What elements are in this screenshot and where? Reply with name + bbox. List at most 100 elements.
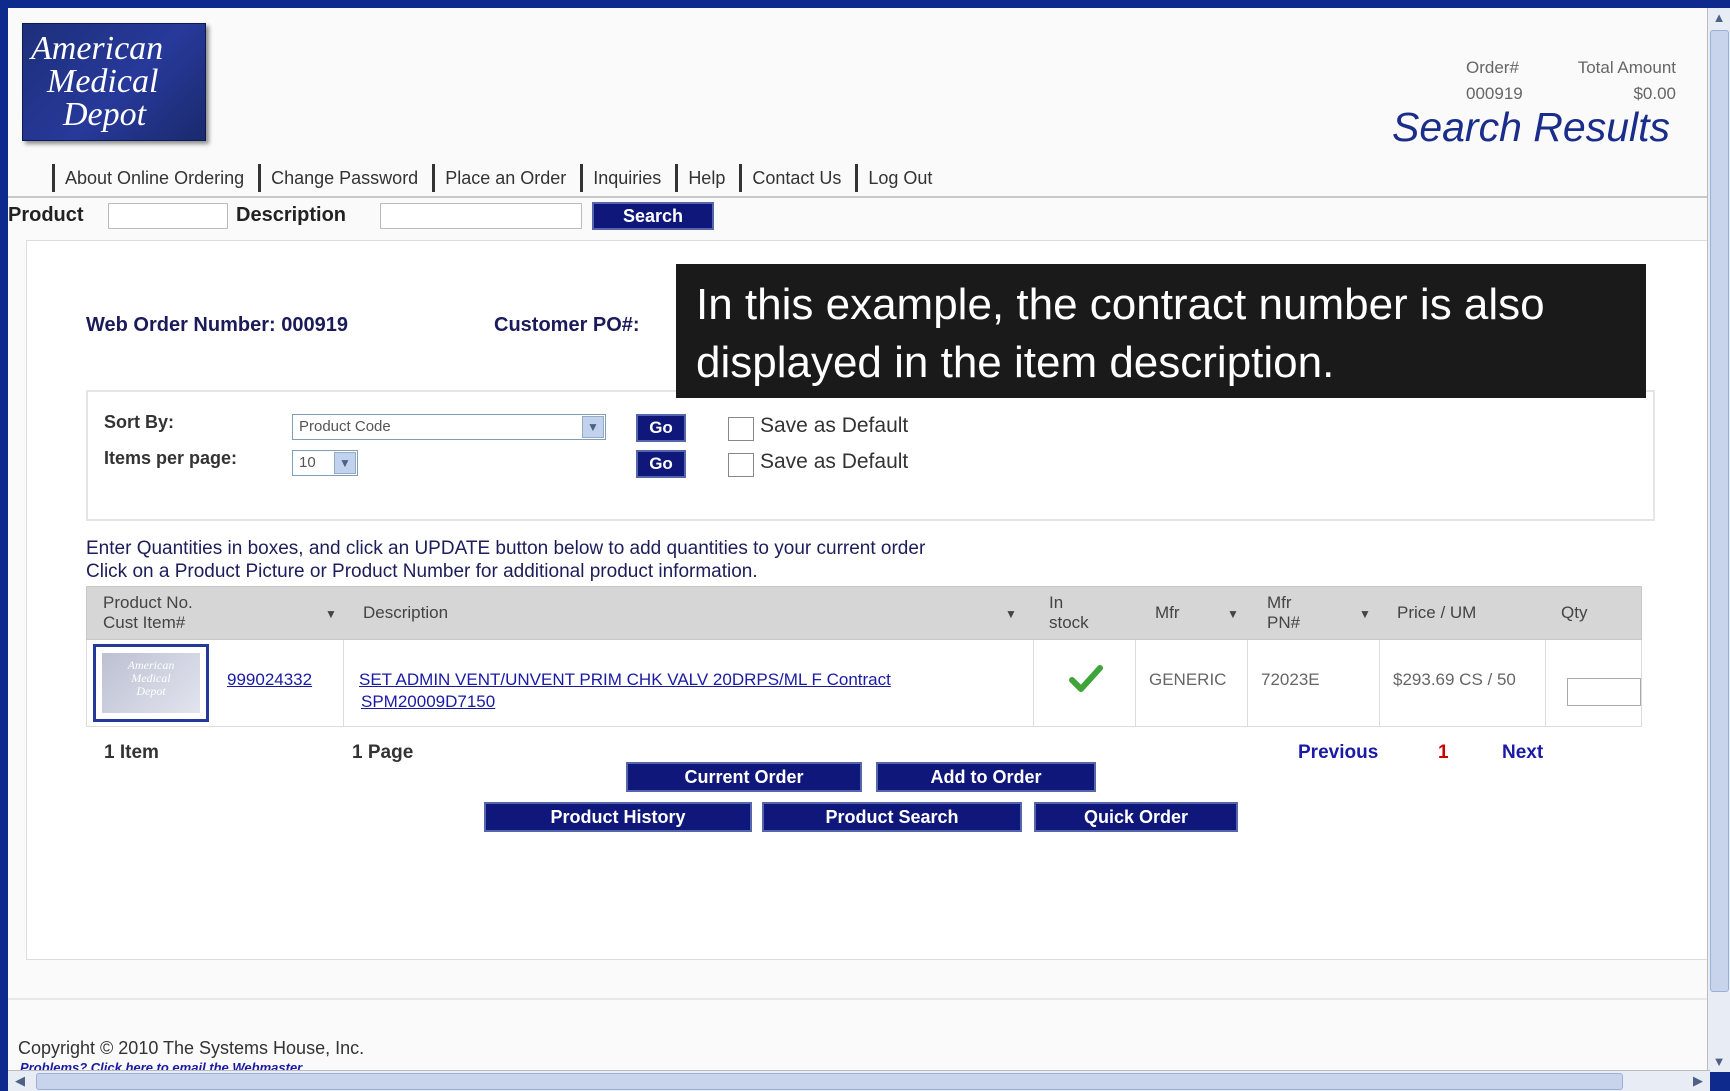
sort-arrow-icon[interactable]: ▼ (325, 607, 337, 621)
header-price: Price / UM (1397, 603, 1477, 622)
nav-place-an-order[interactable]: Place an Order (432, 164, 580, 192)
description-search-input[interactable] (380, 203, 582, 229)
header-mfr-pn-label-1: Mfr (1267, 593, 1292, 612)
items-save-default-label: Save as Default (760, 450, 909, 473)
customer-po-label: Customer PO#: (494, 314, 640, 336)
logo-line-3: Depot (63, 96, 147, 133)
product-image-placeholder: American Medical Depot (102, 653, 200, 713)
nav-change-password[interactable]: Change Password (258, 164, 432, 192)
nav-about-online-ordering[interactable]: About Online Ordering (52, 164, 258, 192)
order-number-label: Order# (1466, 58, 1519, 77)
scroll-left-icon[interactable]: ◀ (10, 1071, 30, 1091)
column-divider (1135, 640, 1136, 726)
items-save-default-checkbox[interactable] (728, 453, 754, 477)
header-product-no[interactable]: Product No. Cust Item# (103, 593, 193, 633)
chevron-down-icon[interactable]: ▼ (334, 452, 356, 474)
main-nav: About Online Ordering Change Password Pl… (52, 163, 946, 193)
previous-page-link[interactable]: Previous (1298, 742, 1378, 764)
items-go-button[interactable]: Go (636, 450, 686, 478)
product-number-link[interactable]: 999024332 (227, 670, 312, 690)
header-in-stock: In stock (1049, 593, 1089, 633)
item-count: 1 Item (104, 742, 159, 763)
header-mfr-pn[interactable]: Mfr PN# (1267, 593, 1300, 633)
product-image-text-1: American (127, 658, 175, 672)
sort-options-panel: Sort By: Product Code ▼ Go Save as Defau… (86, 390, 1655, 521)
instructions-line-2: Click on a Product Picture or Product Nu… (86, 561, 758, 582)
order-summary: Order# Total Amount 000919 $0.00 (1466, 58, 1676, 110)
product-image-text-3: Depot (136, 684, 166, 698)
column-divider (1545, 640, 1546, 726)
page-title: Search Results (1391, 104, 1670, 150)
items-per-page-select[interactable]: 10 ▼ (292, 450, 358, 476)
product-contract-link[interactable]: SPM20009D7150 (361, 692, 495, 712)
scroll-up-icon[interactable]: ▲ (1709, 8, 1729, 28)
manufacturer-part-number: 72023E (1261, 670, 1320, 689)
add-to-order-button[interactable]: Add to Order (876, 762, 1096, 792)
total-amount-label: Total Amount (1577, 58, 1676, 77)
horizontal-scrollbar[interactable]: ◀ ▶ (8, 1070, 1710, 1091)
browser-page: American Medical Depot Order# Total Amou… (8, 8, 1710, 1072)
product-history-button[interactable]: Product History (484, 802, 752, 832)
logo-line-2: Medical (47, 63, 159, 100)
in-stock-check-icon (1069, 664, 1103, 699)
scroll-down-icon[interactable]: ▼ (1709, 1052, 1729, 1072)
annotation-callout: In this example, the contract number is … (676, 264, 1646, 398)
header-qty: Qty (1561, 603, 1588, 622)
page-count: 1 Page (352, 742, 414, 763)
instructions-line-1: Enter Quantities in boxes, and click an … (86, 538, 926, 559)
sort-by-label: Sort By: (104, 412, 175, 432)
column-divider (1379, 640, 1380, 726)
column-divider (1247, 640, 1248, 726)
sort-save-default-checkbox[interactable] (728, 417, 754, 441)
sort-arrow-icon[interactable]: ▼ (1005, 607, 1017, 621)
sort-save-default-label: Save as Default (760, 414, 909, 437)
price-per-unit: $293.69 CS / 50 (1393, 670, 1516, 689)
header-in-stock-label-1: In (1049, 593, 1064, 612)
sort-arrow-icon[interactable]: ▼ (1227, 607, 1239, 621)
column-divider (343, 640, 344, 726)
product-image[interactable]: American Medical Depot (93, 644, 209, 722)
header-product-no-label: Product No. (103, 593, 193, 612)
header-mfr[interactable]: Mfr (1155, 603, 1180, 623)
nav-help[interactable]: Help (675, 164, 739, 192)
sort-by-value: Product Code (299, 418, 391, 435)
description-search-label: Description (236, 204, 347, 226)
header-cust-item-label: Cust Item# (103, 613, 186, 632)
nav-contact-us[interactable]: Contact Us (739, 164, 855, 192)
sort-go-button[interactable]: Go (636, 414, 686, 442)
product-search-label: Product (8, 204, 84, 226)
product-description-link[interactable]: SET ADMIN VENT/UNVENT PRIM CHK VALV 20DR… (359, 670, 891, 690)
results-table: Product No. Cust Item# ▼ Description ▼ I… (86, 586, 1642, 727)
scroll-right-icon[interactable]: ▶ (1688, 1071, 1708, 1091)
sort-arrow-icon[interactable]: ▼ (1359, 607, 1371, 621)
copyright-text: Copyright © 2010 The Systems House, Inc. (18, 1038, 365, 1058)
search-bar: Product Description Search (8, 201, 1710, 231)
table-row: American Medical Depot 999024332 SET ADM… (86, 640, 1642, 727)
quantity-input[interactable] (1567, 678, 1641, 706)
footer-divider (8, 998, 1710, 1000)
sort-by-select[interactable]: Product Code ▼ (292, 414, 606, 440)
nav-log-out[interactable]: Log Out (855, 164, 946, 192)
product-search-button[interactable]: Product Search (762, 802, 1022, 832)
header-description[interactable]: Description (363, 603, 448, 623)
logo-line-1: American (31, 30, 164, 67)
web-order-number: Web Order Number: 000919 (86, 314, 348, 336)
items-per-page-label: Items per page: (104, 448, 238, 468)
company-logo[interactable]: American Medical Depot (22, 23, 206, 141)
manufacturer: GENERIC (1149, 670, 1227, 689)
next-page-link[interactable]: Next (1502, 742, 1543, 764)
table-header: Product No. Cust Item# ▼ Description ▼ I… (86, 586, 1642, 640)
vertical-scrollbar[interactable]: ▲ ▼ (1707, 8, 1730, 1072)
product-search-input[interactable] (108, 203, 228, 229)
search-button[interactable]: Search (592, 202, 714, 230)
chevron-down-icon[interactable]: ▼ (582, 416, 604, 438)
current-order-button[interactable]: Current Order (626, 762, 862, 792)
horizontal-scroll-thumb[interactable] (36, 1073, 1623, 1090)
header-in-stock-label-2: stock (1049, 613, 1089, 632)
vertical-scroll-thumb[interactable] (1710, 30, 1729, 992)
current-page-number: 1 (1438, 742, 1449, 763)
header-mfr-pn-label-2: PN# (1267, 613, 1301, 632)
quick-order-button[interactable]: Quick Order (1034, 802, 1238, 832)
nav-inquiries[interactable]: Inquiries (580, 164, 675, 192)
product-image-text-2: Medical (131, 671, 171, 685)
